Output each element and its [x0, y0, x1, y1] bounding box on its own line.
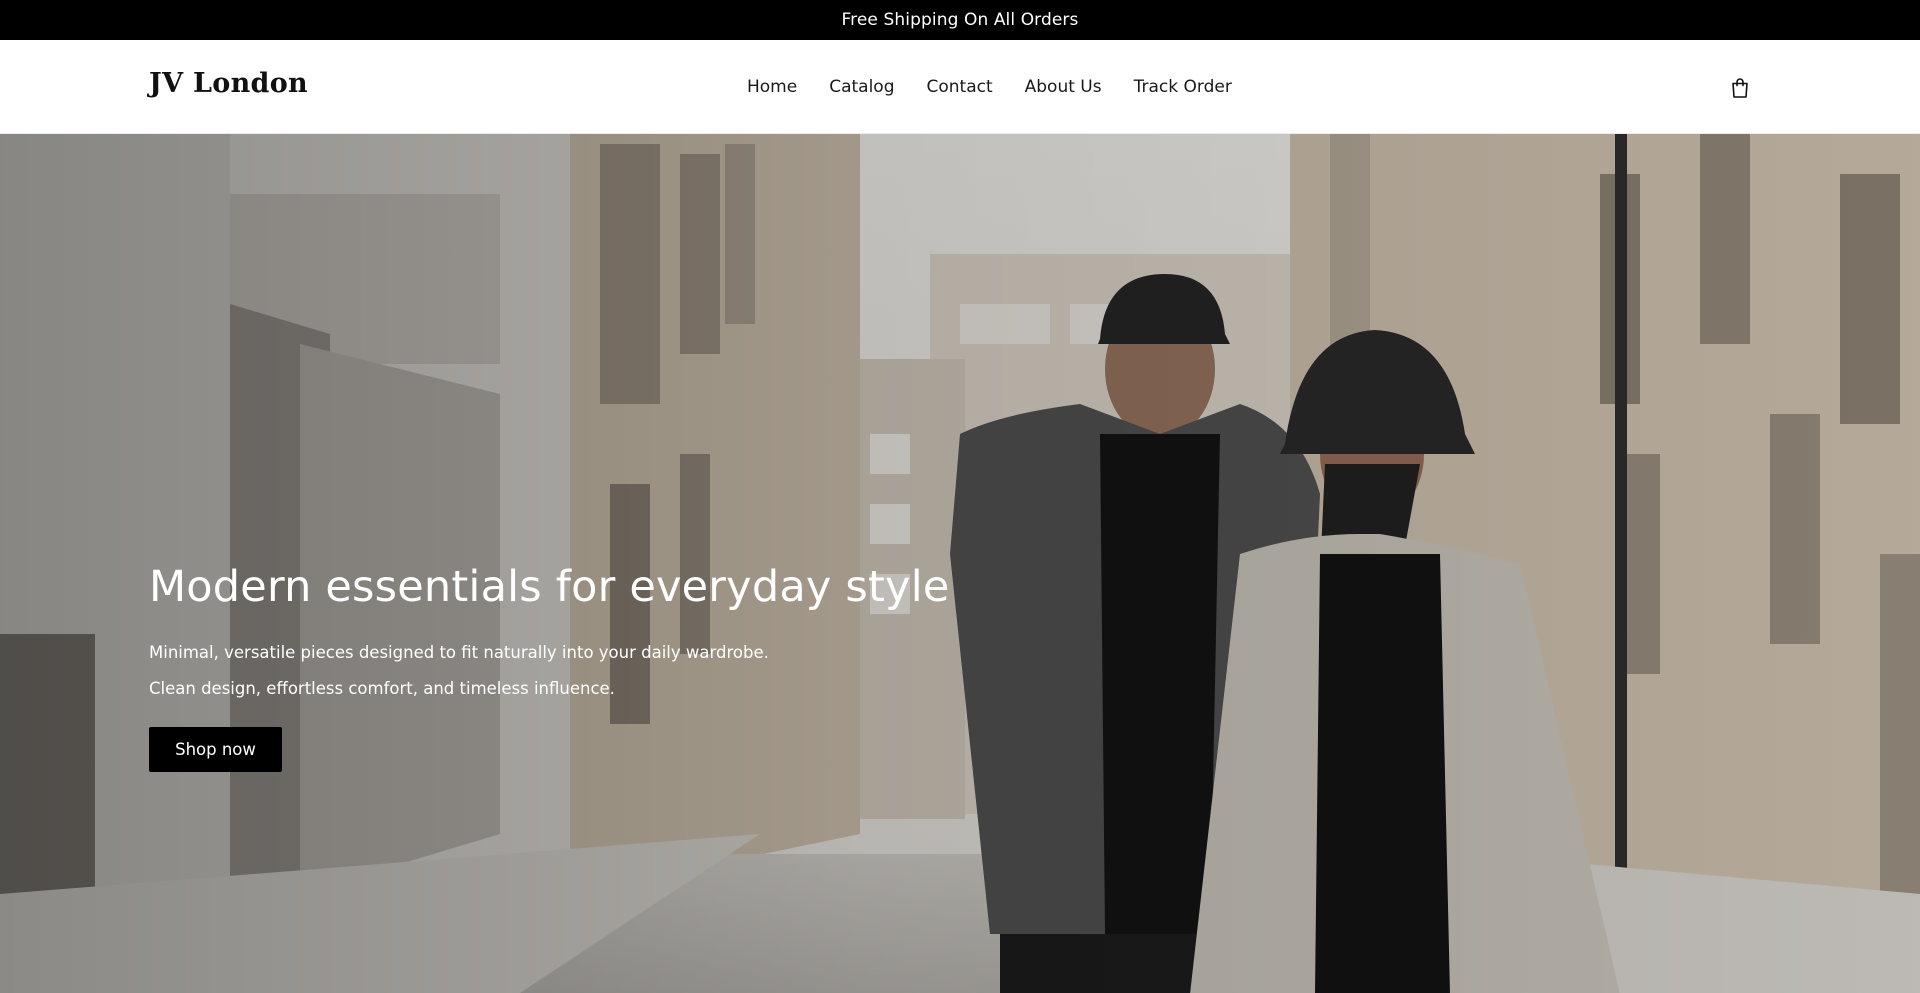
- hero-title: Modern essentials for everyday style: [149, 562, 950, 612]
- announcement-bar: Free Shipping On All Orders: [0, 0, 1920, 40]
- hero-subtitle-line-1: Minimal, versatile pieces designed to fi…: [149, 643, 769, 662]
- nav-link-track-order[interactable]: Track Order: [1134, 77, 1232, 97]
- shopping-bag-icon: [1732, 78, 1748, 98]
- site-header: JV London Home Catalog Contact About Us …: [0, 40, 1920, 134]
- shop-now-button[interactable]: Shop now: [149, 727, 282, 772]
- nav-link-home[interactable]: Home: [747, 77, 797, 97]
- cart-button[interactable]: [1728, 76, 1752, 100]
- hero-section: Modern essentials for everyday style Min…: [0, 134, 1920, 993]
- nav-link-contact[interactable]: Contact: [927, 77, 993, 97]
- main-nav: Home Catalog Contact About Us Track Orde…: [747, 40, 1232, 134]
- nav-link-about-us[interactable]: About Us: [1025, 77, 1102, 97]
- announcement-text: Free Shipping On All Orders: [841, 10, 1079, 30]
- hero-subtitle-line-2: Clean design, effortless comfort, and ti…: [149, 679, 615, 698]
- brand-logo[interactable]: JV London: [149, 68, 308, 99]
- nav-link-catalog[interactable]: Catalog: [829, 77, 894, 97]
